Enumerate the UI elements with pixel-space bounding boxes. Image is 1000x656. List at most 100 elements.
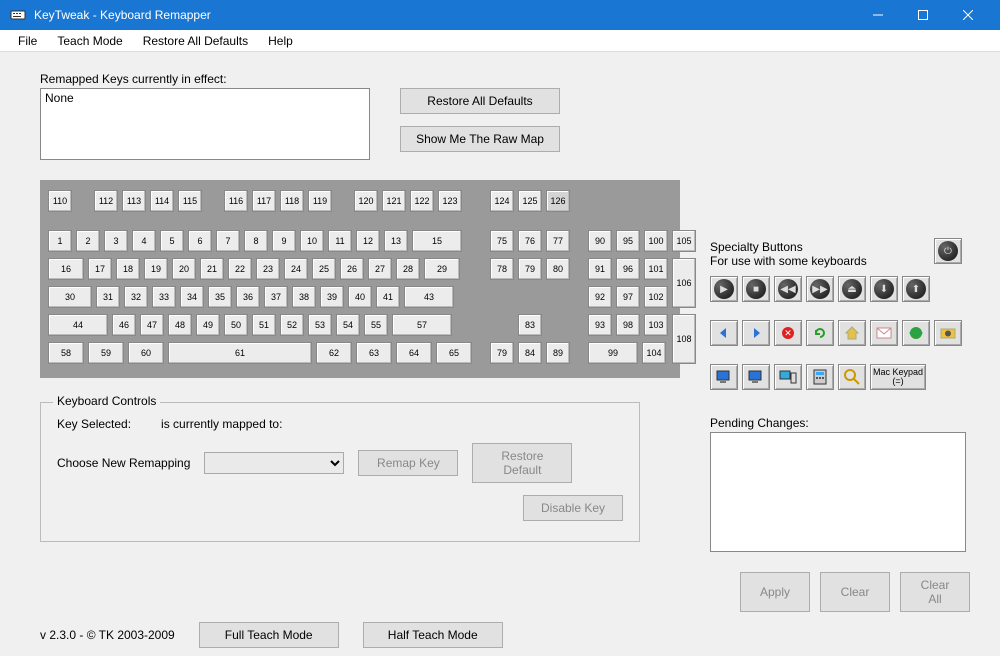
next-icon[interactable]: ▶▶: [806, 276, 834, 302]
menu-file[interactable]: File: [8, 32, 47, 50]
show-raw-button[interactable]: Show Me The Raw Map: [400, 126, 560, 152]
key[interactable]: 77: [546, 230, 570, 252]
clear-all-button[interactable]: Clear All: [900, 572, 970, 612]
key[interactable]: 98: [616, 314, 640, 336]
key[interactable]: 104: [642, 342, 666, 364]
key[interactable]: 58: [48, 342, 84, 364]
key[interactable]: 39: [320, 286, 344, 308]
globe-icon[interactable]: [902, 320, 930, 346]
key[interactable]: 78: [490, 258, 514, 280]
mail-icon[interactable]: [870, 320, 898, 346]
key[interactable]: 124: [490, 190, 514, 212]
key[interactable]: 59: [88, 342, 124, 364]
key[interactable]: 105: [672, 230, 696, 252]
minimize-button[interactable]: [855, 0, 900, 30]
computer-icon[interactable]: [774, 364, 802, 390]
key[interactable]: 6: [188, 230, 212, 252]
key[interactable]: 30: [48, 286, 92, 308]
key[interactable]: 44: [48, 314, 108, 336]
key[interactable]: 34: [180, 286, 204, 308]
key[interactable]: 112: [94, 190, 118, 212]
key[interactable]: 29: [424, 258, 460, 280]
key[interactable]: 55: [364, 314, 388, 336]
pending-list[interactable]: [710, 432, 966, 552]
key[interactable]: 96: [616, 258, 640, 280]
key[interactable]: 8: [244, 230, 268, 252]
remapped-list[interactable]: None: [40, 88, 370, 160]
key[interactable]: 99: [588, 342, 638, 364]
power-icon[interactable]: ⏻: [934, 238, 962, 264]
key[interactable]: 76: [518, 230, 542, 252]
key[interactable]: 119: [308, 190, 332, 212]
remap-key-button[interactable]: Remap Key: [358, 450, 458, 476]
key[interactable]: 3: [104, 230, 128, 252]
key[interactable]: 11: [328, 230, 352, 252]
calculator-icon[interactable]: [806, 364, 834, 390]
key[interactable]: 47: [140, 314, 164, 336]
key[interactable]: 62: [316, 342, 352, 364]
key[interactable]: 21: [200, 258, 224, 280]
key[interactable]: 12: [356, 230, 380, 252]
key[interactable]: 40: [348, 286, 372, 308]
key[interactable]: 123: [438, 190, 462, 212]
key[interactable]: 54: [336, 314, 360, 336]
key[interactable]: 33: [152, 286, 176, 308]
restore-all-button[interactable]: Restore All Defaults: [400, 88, 560, 114]
key[interactable]: 15: [412, 230, 462, 252]
home-icon[interactable]: [838, 320, 866, 346]
key[interactable]: 50: [224, 314, 248, 336]
key[interactable]: 126: [546, 190, 570, 212]
key[interactable]: 27: [368, 258, 392, 280]
key[interactable]: 79: [518, 258, 542, 280]
key[interactable]: 110: [48, 190, 72, 212]
key[interactable]: 95: [616, 230, 640, 252]
key[interactable]: 125: [518, 190, 542, 212]
key[interactable]: 37: [264, 286, 288, 308]
key[interactable]: 65: [436, 342, 472, 364]
key[interactable]: 38: [292, 286, 316, 308]
key[interactable]: 1: [48, 230, 72, 252]
key[interactable]: 17: [88, 258, 112, 280]
key[interactable]: 80: [546, 258, 570, 280]
key[interactable]: 79: [490, 342, 514, 364]
key[interactable]: 28: [396, 258, 420, 280]
key[interactable]: 97: [616, 286, 640, 308]
key[interactable]: 91: [588, 258, 612, 280]
key[interactable]: 23: [256, 258, 280, 280]
key[interactable]: 61: [168, 342, 312, 364]
key[interactable]: 41: [376, 286, 400, 308]
eject-icon[interactable]: ⏏: [838, 276, 866, 302]
monitor1-icon[interactable]: [710, 364, 738, 390]
key[interactable]: 53: [308, 314, 332, 336]
key[interactable]: 102: [644, 286, 668, 308]
key[interactable]: 31: [96, 286, 120, 308]
key[interactable]: 20: [172, 258, 196, 280]
key[interactable]: 122: [410, 190, 434, 212]
key[interactable]: 26: [340, 258, 364, 280]
key[interactable]: 116: [224, 190, 248, 212]
camera-icon[interactable]: [934, 320, 962, 346]
key[interactable]: 90: [588, 230, 612, 252]
key[interactable]: 118: [280, 190, 304, 212]
key[interactable]: 43: [404, 286, 454, 308]
play-icon[interactable]: ▶: [710, 276, 738, 302]
key[interactable]: 63: [356, 342, 392, 364]
key[interactable]: 36: [236, 286, 260, 308]
key[interactable]: 60: [128, 342, 164, 364]
key[interactable]: 52: [280, 314, 304, 336]
key[interactable]: 5: [160, 230, 184, 252]
refresh-icon[interactable]: [806, 320, 834, 346]
key[interactable]: 83: [518, 314, 542, 336]
menu-restore[interactable]: Restore All Defaults: [133, 32, 258, 50]
key[interactable]: 13: [384, 230, 408, 252]
remapping-combo[interactable]: [204, 452, 344, 474]
key[interactable]: 10: [300, 230, 324, 252]
monitor2-icon[interactable]: [742, 364, 770, 390]
key[interactable]: 18: [116, 258, 140, 280]
key[interactable]: 113: [122, 190, 146, 212]
back-icon[interactable]: [710, 320, 738, 346]
key[interactable]: 117: [252, 190, 276, 212]
key[interactable]: 48: [168, 314, 192, 336]
key[interactable]: 16: [48, 258, 84, 280]
half-teach-button[interactable]: Half Teach Mode: [363, 622, 503, 648]
